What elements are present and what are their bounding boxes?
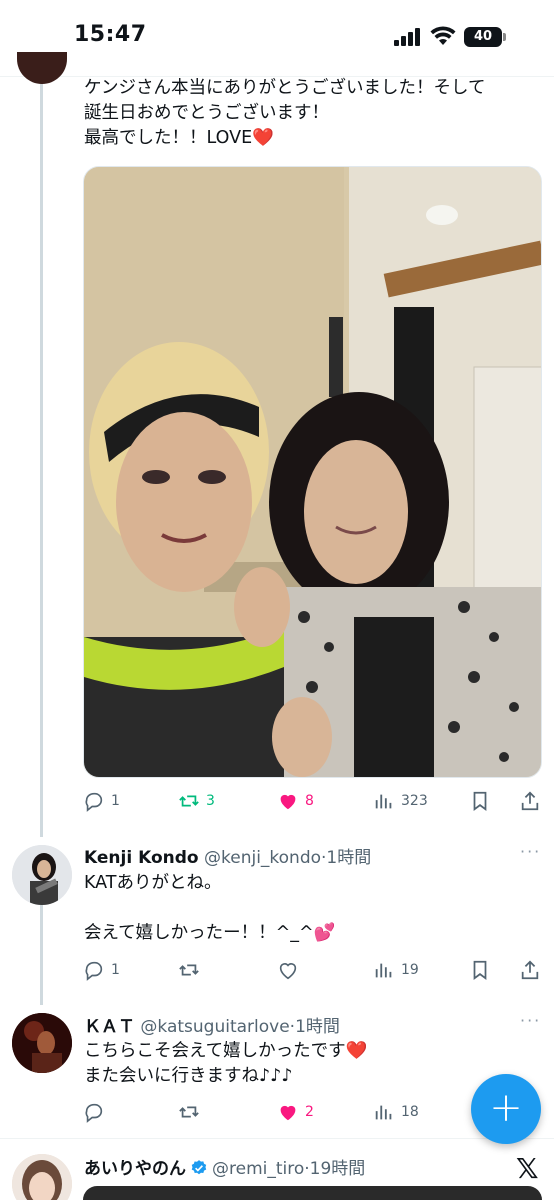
- views-icon: [375, 963, 392, 978]
- view-count: 18: [401, 1104, 419, 1120]
- author-handle[interactable]: @remi_tiro: [212, 1159, 304, 1179]
- reply-button[interactable]: 1: [83, 786, 120, 816]
- tweet-time[interactable]: ·1時間: [321, 848, 371, 868]
- like-button[interactable]: 8: [277, 786, 314, 816]
- retweet-button[interactable]: 3: [178, 786, 215, 816]
- tweet-actions: 2 18: [83, 1097, 463, 1127]
- battery-icon: 40: [464, 27, 502, 47]
- avatar[interactable]: [17, 52, 67, 84]
- author-name[interactable]: あいりやのん: [84, 1159, 186, 1179]
- bookmark-button[interactable]: [469, 955, 491, 985]
- tweet-actions: 1 3 8 323: [83, 786, 543, 816]
- views-icon: [375, 794, 392, 809]
- reply-count: 1: [111, 793, 120, 809]
- reply-icon: [85, 792, 103, 812]
- like-count: 8: [305, 793, 314, 809]
- views-button[interactable]: 323: [373, 786, 428, 816]
- reply-count: 1: [111, 962, 120, 978]
- tweet-header: ＫＡＴ @katsuguitarlove·1時間: [84, 1012, 340, 1037]
- more-options-icon[interactable]: ···: [520, 1011, 541, 1030]
- compose-button[interactable]: +: [471, 1074, 541, 1144]
- tweet-photo[interactable]: [83, 1186, 542, 1200]
- thread-line: [40, 905, 43, 1005]
- more-options-icon[interactable]: ···: [520, 842, 541, 861]
- bookmark-icon: [473, 791, 487, 811]
- view-count: 323: [401, 793, 428, 809]
- retweet-icon: [179, 795, 199, 807]
- reply-icon: [85, 961, 103, 981]
- tweet-header: あいりやのん @remi_tiro·19時間: [84, 1154, 365, 1179]
- views-button[interactable]: 18: [373, 1097, 419, 1127]
- status-time: 15:47: [74, 22, 147, 47]
- share-button[interactable]: [519, 786, 541, 816]
- tweet-time[interactable]: ·1時間: [290, 1017, 340, 1037]
- battery-tip: [503, 33, 506, 41]
- status-bar: 15:47 40: [0, 0, 554, 76]
- verified-badge-icon: [191, 1160, 207, 1175]
- tweet-divider: [0, 1138, 554, 1139]
- like-button[interactable]: 2: [277, 1097, 314, 1127]
- author-name[interactable]: Kenji Kondo: [84, 848, 199, 868]
- thread-line: [40, 77, 43, 837]
- tweet-text: KATありがとね。 会えて嬉しかったー！！^_^💕: [84, 873, 336, 943]
- retweet-icon: [179, 964, 199, 976]
- reply-icon: [85, 1103, 103, 1123]
- bookmark-icon: [473, 960, 487, 980]
- view-count: 19: [401, 962, 419, 978]
- author-handle[interactable]: @katsuguitarlove: [140, 1017, 289, 1037]
- views-button[interactable]: 19: [373, 955, 419, 985]
- tweet-time[interactable]: ·19時間: [304, 1159, 365, 1179]
- avatar[interactable]: [12, 845, 72, 905]
- views-icon: [375, 1105, 392, 1120]
- tweet-photo[interactable]: [83, 166, 542, 778]
- reply-button[interactable]: 1: [83, 955, 120, 985]
- tweet-header: Kenji Kondo @kenji_kondo·1時間: [84, 843, 371, 868]
- retweet-icon: [179, 1106, 199, 1118]
- tweet-actions: 1 19: [83, 955, 543, 985]
- avatar[interactable]: [12, 1013, 72, 1073]
- retweet-count: 3: [206, 793, 215, 809]
- avatar[interactable]: [12, 1154, 72, 1200]
- retweet-button[interactable]: [178, 1097, 200, 1127]
- author-handle[interactable]: @kenji_kondo: [204, 848, 321, 868]
- like-count: 2: [305, 1104, 314, 1120]
- x-logo-icon[interactable]: 𝕏: [516, 1152, 539, 1185]
- tweet-text: ケンジさん本当にありがとうございました！そして 誕生日おめでとうございます！ 最…: [84, 78, 486, 148]
- tweet-text: こちらこそ会えて嬉しかったです❤️ また会いに行きますね♪♪♪: [84, 1041, 368, 1086]
- wifi-icon: [430, 26, 456, 45]
- share-icon: [521, 791, 539, 811]
- share-icon: [521, 960, 539, 980]
- heart-icon: [280, 794, 296, 810]
- cellular-signal-icon: [394, 28, 422, 46]
- reply-button[interactable]: [83, 1097, 105, 1127]
- like-button[interactable]: [277, 955, 299, 985]
- heart-icon: [280, 1105, 296, 1121]
- author-name[interactable]: ＫＡＴ: [84, 1017, 135, 1037]
- heart-outline-icon: [279, 963, 297, 980]
- retweet-button[interactable]: [178, 955, 200, 985]
- bookmark-button[interactable]: [469, 786, 491, 816]
- share-button[interactable]: [519, 955, 541, 985]
